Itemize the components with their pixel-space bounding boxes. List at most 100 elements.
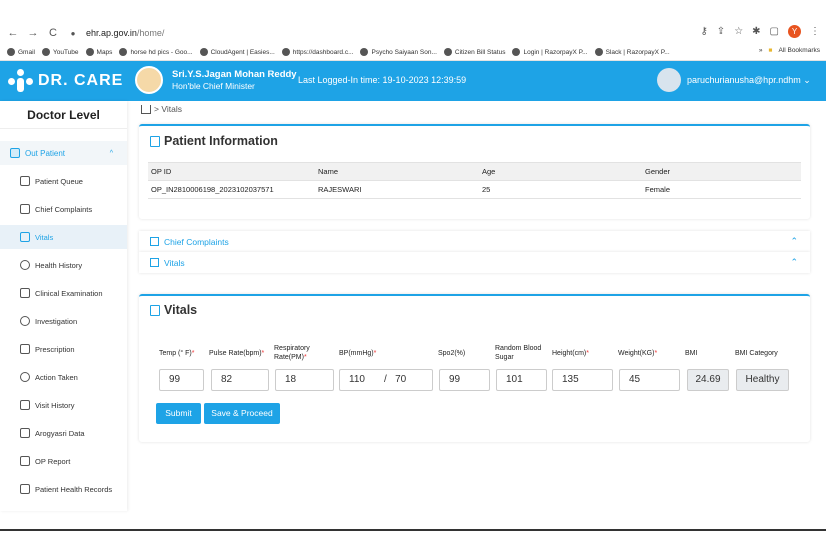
sidebar-item-prescription[interactable]: Prescription	[0, 337, 127, 361]
chevron-up-icon: ^	[109, 149, 113, 157]
chevron-up-icon: ⌃	[790, 257, 798, 267]
taskbar-edge	[0, 529, 826, 531]
sidebar-item-clinical-examination[interactable]: Clinical Examination	[0, 281, 127, 305]
cell-age: 25	[479, 180, 642, 199]
url-host: ehr.ap.gov.in	[86, 28, 137, 38]
chevron-down-icon: ⌄	[803, 75, 811, 85]
cell-op-id: OP_IN2810006198_2023102037571	[148, 180, 315, 199]
sidebar-item-patient-queue[interactable]: Patient Queue	[0, 169, 127, 193]
sidebar-item-arogyasri-data[interactable]: Arogyasri Data	[0, 421, 127, 445]
weight-input[interactable]: 45	[619, 369, 680, 391]
logo-icon	[8, 69, 33, 93]
bookmark-gmail[interactable]: Gmail	[7, 48, 35, 56]
bookmark-slack[interactable]: Slack | RazorpayX P...	[594, 48, 670, 56]
bookmark-citizen[interactable]: Citizen Bill Status	[443, 48, 505, 56]
extensions-icon[interactable]: ✱	[752, 26, 760, 37]
star-icon[interactable]: ☆	[734, 26, 743, 37]
user-menu[interactable]: paruchurianusha@hpr.ndhm ⌄	[687, 75, 811, 86]
reload-icon[interactable]: C	[46, 27, 60, 39]
table-row: OP_IN2810006198_2023102037571 RAJESWARI …	[148, 180, 801, 199]
globe-icon	[7, 48, 15, 56]
bookmark-maps[interactable]: Maps	[85, 48, 112, 56]
document-icon	[150, 135, 160, 147]
sidebar-item-chief-complaints[interactable]: Chief Complaints	[0, 197, 127, 221]
sidepanel-icon[interactable]: ▢	[770, 26, 779, 37]
spo2-input[interactable]: 99	[439, 369, 490, 391]
chevron-up-icon: ⌃	[790, 236, 798, 246]
last-login-time: Last Logged-In time: 19-10-2023 12:39:59	[298, 75, 467, 85]
patient-table: OP ID Name Age Gender OP_IN2810006198_20…	[148, 162, 801, 199]
menu-icon[interactable]: ⋮	[810, 26, 820, 37]
forward-icon[interactable]: →	[26, 27, 40, 39]
label-height: Height(cm)*	[552, 350, 589, 357]
label-respiratory: Respiratory Rate(PM)*	[274, 345, 310, 361]
sidebar-item-op-report[interactable]: OP Report	[0, 449, 127, 473]
lock-icon[interactable]: ●	[66, 29, 80, 38]
respiratory-input[interactable]: 18	[275, 369, 334, 391]
submit-button[interactable]: Submit	[156, 403, 201, 424]
logo[interactable]: DR. CARE	[8, 69, 123, 93]
home-icon	[20, 288, 30, 298]
accordion-vitals[interactable]: Vitals ⌃	[139, 252, 810, 273]
sidebar-item-out-patient[interactable]: Out Patient ^	[0, 141, 127, 165]
bp-diastolic-input[interactable]: / 70	[384, 369, 433, 391]
patient-information-card: Patient Information OP ID Name Age Gende…	[139, 124, 810, 219]
sidebar-item-patient-health-records[interactable]: Patient Health Records	[0, 477, 127, 501]
bookmark-dashboard[interactable]: https://dashboard.c...	[281, 48, 353, 56]
temp-input[interactable]: 99	[159, 369, 204, 391]
sidebar-item-health-history[interactable]: Health History	[0, 253, 127, 277]
bookmark-horse[interactable]: horse hd pics - Goo...	[119, 48, 193, 56]
bp-systolic-input[interactable]: 110	[339, 369, 384, 391]
users-icon	[10, 148, 20, 158]
rbs-input[interactable]: 101	[496, 369, 547, 391]
sidebar-item-investigation[interactable]: Investigation	[0, 309, 127, 333]
bookmark-psycho[interactable]: Psycho Saiyaan Son...	[360, 48, 437, 56]
bookmark-cloudagent[interactable]: CloudAgent | Easies...	[199, 48, 275, 56]
back-icon[interactable]: ←	[6, 27, 20, 39]
breadcrumb: > Vitals	[141, 104, 182, 114]
bp-separator: /	[384, 374, 387, 385]
clipboard-icon	[20, 344, 30, 354]
folder-icon: ■	[768, 47, 773, 54]
clipboard-icon	[20, 428, 30, 438]
label-bp: BP(mmHg)*	[339, 350, 377, 357]
save-proceed-button[interactable]: Save & Proceed	[204, 403, 280, 424]
globe-icon	[85, 48, 94, 56]
globe-icon	[360, 48, 369, 56]
brand-name: DR. CARE	[38, 72, 124, 89]
sidebar-item-vitals[interactable]: Vitals	[0, 225, 127, 249]
globe-icon	[119, 48, 128, 56]
sidebar-item-action-taken[interactable]: Action Taken	[0, 365, 127, 389]
height-input[interactable]: 135	[552, 369, 613, 391]
globe-icon	[594, 48, 603, 56]
cell-gender: Female	[642, 180, 801, 199]
sidebar-item-visit-history[interactable]: Visit History	[0, 393, 127, 417]
cm-photo	[135, 66, 163, 94]
label-weight: Weight(KG)*	[618, 350, 658, 357]
address-bar[interactable]: ehr.ap.gov.in/home/	[86, 28, 164, 38]
label-pulse: Pulse Rate(bpm)*	[209, 350, 265, 357]
accordion-chief-complaints[interactable]: Chief Complaints ⌃	[139, 231, 810, 252]
clipboard-icon	[20, 400, 30, 410]
pulse-input[interactable]: 82	[211, 369, 269, 391]
queue-icon	[20, 176, 30, 186]
label-bmi-category: BMI Category	[735, 350, 778, 357]
clipboard-icon	[20, 484, 30, 494]
bookmark-razorpay-login[interactable]: Login | RazorpayX P...	[512, 48, 588, 56]
document-icon	[150, 304, 160, 316]
user-email: paruchurianusha@hpr.ndhm	[687, 75, 801, 85]
app-header: DR. CARE Sri.Y.S.Jagan Mohan Reddy Hon'b…	[0, 61, 826, 101]
label-spo2: Spo2(%)	[438, 350, 466, 357]
bookmark-youtube[interactable]: YouTube	[41, 48, 79, 56]
home-icon[interactable]	[141, 104, 151, 114]
key-icon[interactable]: ⚷	[700, 26, 707, 37]
user-avatar[interactable]	[657, 68, 681, 92]
all-bookmarks[interactable]: » ■ All Bookmarks	[759, 47, 820, 54]
edit-icon	[20, 204, 30, 214]
column-header: Gender	[642, 162, 801, 181]
globe-icon	[41, 48, 50, 56]
sidebar: Doctor Level Out Patient ^ Patient Queue…	[0, 101, 127, 511]
profile-avatar[interactable]: Y	[788, 25, 801, 38]
share-icon[interactable]: ⇪	[717, 26, 725, 37]
chevron-right-icon: >	[154, 104, 162, 114]
